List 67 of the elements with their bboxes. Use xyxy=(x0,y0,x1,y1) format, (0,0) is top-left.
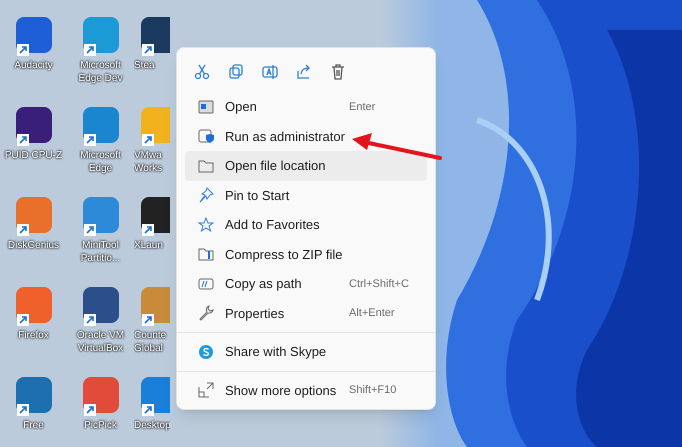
shortcut-text: Shift+F10 xyxy=(349,383,398,398)
icon-label: PicPick xyxy=(84,419,117,432)
shield-window-icon xyxy=(197,127,215,146)
icon-label: Firefox xyxy=(18,329,49,342)
scissors-icon xyxy=(193,63,211,81)
shortcut-arrow-icon xyxy=(84,404,96,416)
shortcut-arrow-icon xyxy=(142,134,154,146)
menu-item-label: Pin to Start xyxy=(225,186,290,204)
shortcut-arrow-icon xyxy=(16,314,28,326)
menu-item[interactable]: Copy as path Ctrl+Shift+C xyxy=(185,269,427,298)
star-icon xyxy=(197,216,215,234)
wrench-icon xyxy=(197,304,215,322)
menu-item[interactable]: Open Enter xyxy=(185,92,427,122)
app-icon[interactable] xyxy=(138,14,170,56)
icon-label: PUID CPU-Z xyxy=(4,149,62,162)
icon-label: Desktop xyxy=(134,419,170,432)
shortcut-arrow-icon xyxy=(84,134,96,146)
menu-item[interactable]: Share with Skype xyxy=(185,337,427,366)
trash-icon xyxy=(329,63,347,81)
shortcut-arrow-icon xyxy=(84,314,96,326)
menu-item-label: Open file location xyxy=(225,157,326,175)
expand-icon xyxy=(197,381,215,400)
icon-label: Stea xyxy=(134,59,155,72)
shortcut-arrow-icon xyxy=(142,404,154,416)
menu-item-label: Share with Skype xyxy=(225,343,328,361)
menu-item[interactable]: Compress to ZIP file xyxy=(185,240,427,269)
menu-item[interactable]: Show more options Shift+F10 xyxy=(185,376,427,405)
menu-item[interactable]: Run as administrator xyxy=(185,122,427,151)
copy-icon xyxy=(227,63,245,81)
shortcut-arrow-icon xyxy=(142,314,154,326)
icon-label: Counte Global xyxy=(134,329,166,354)
window-icon xyxy=(197,98,215,116)
shortcut-text: Alt+Enter xyxy=(349,306,396,321)
shortcut-arrow-icon xyxy=(16,44,28,56)
menu-item[interactable]: Add to Favorites xyxy=(185,210,427,240)
shortcut-arrow-icon xyxy=(142,224,154,236)
shortcut-arrow-icon xyxy=(16,404,28,416)
menu-item-label: Compress to ZIP file xyxy=(225,246,344,264)
app-icon[interactable] xyxy=(138,194,170,236)
menu-item[interactable]: Properties Alt+Enter xyxy=(185,298,427,328)
shortcut-arrow-icon xyxy=(16,224,28,236)
menu-item-label: Open xyxy=(225,98,258,116)
icon-label: XLaun xyxy=(134,239,163,252)
icon-label: MiniTool Partitio... xyxy=(80,239,120,265)
shortcut-arrow-icon xyxy=(84,224,96,236)
menu-item[interactable]: Open file location xyxy=(185,151,427,180)
shortcut-arrow-icon xyxy=(84,44,96,56)
menu-item-label: Properties xyxy=(225,304,286,323)
rename-icon xyxy=(261,63,279,81)
icon-label: Audacity xyxy=(14,59,53,72)
menu-item-label: Copy as path xyxy=(225,275,303,293)
shortcut-text: Ctrl+Shift+C xyxy=(349,276,410,292)
shortcut-arrow-icon xyxy=(16,134,28,146)
icon-label: DiskGenius xyxy=(8,239,60,252)
menu-item[interactable]: Pin to Start xyxy=(185,180,427,210)
icon-label: VMwa Works xyxy=(134,149,162,174)
shortcut-text: Enter xyxy=(349,100,376,114)
menu-item-label: Add to Favorites xyxy=(225,216,321,234)
icon-label: Free xyxy=(23,419,44,432)
menu-item-label: Run as administrator xyxy=(225,128,346,146)
icon-label: Microsoft Edge Dev xyxy=(78,59,122,85)
icon-label: Oracle VM VirtualBox xyxy=(76,329,124,355)
icon-label: Microsoft Edge xyxy=(80,149,121,175)
skype-icon xyxy=(197,342,215,361)
shortcut-arrow-icon xyxy=(142,44,154,56)
menu-item-label: Show more options xyxy=(225,382,338,400)
pin-icon xyxy=(197,186,215,204)
